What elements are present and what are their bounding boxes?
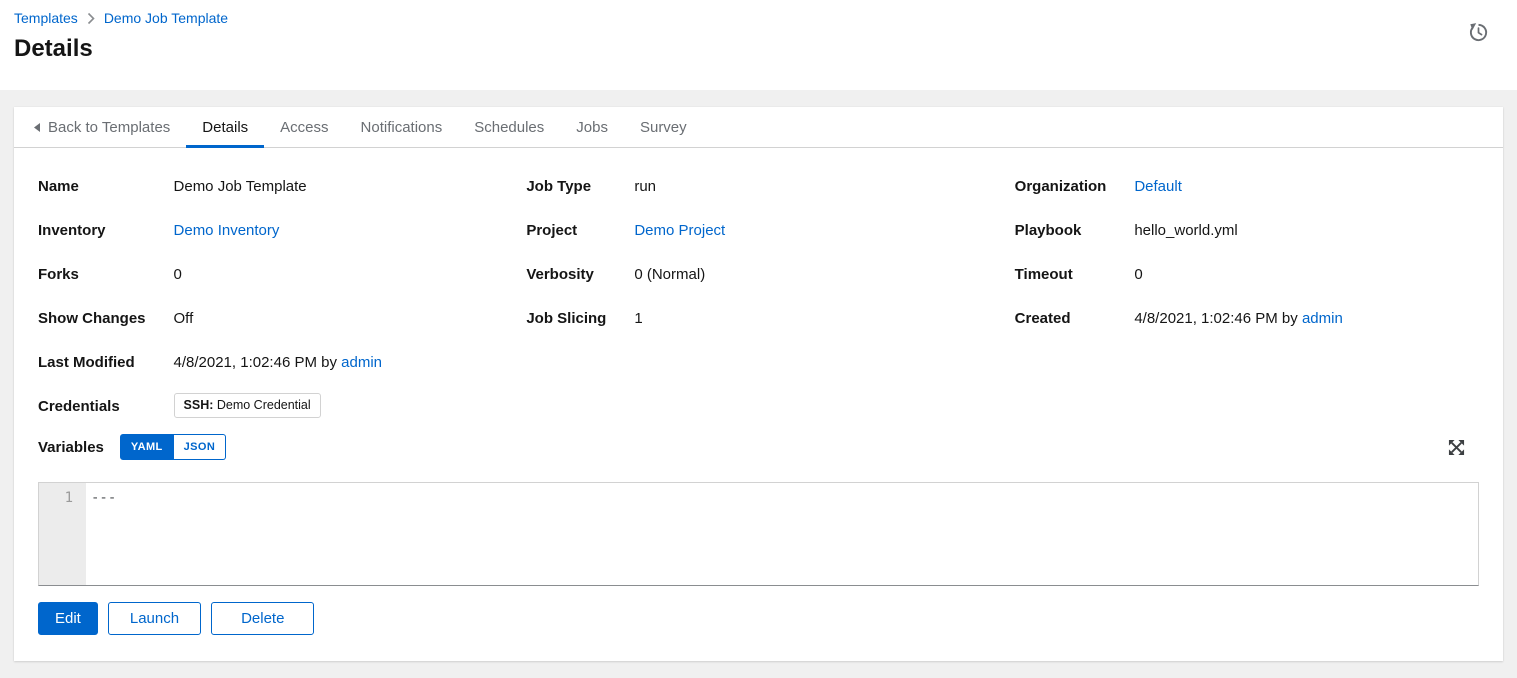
value-text: 0 (Normal): [634, 266, 705, 283]
demo-project-link[interactable]: Demo Project: [634, 222, 725, 239]
editor-content[interactable]: ---: [86, 483, 1478, 585]
field-label-created: Created: [1015, 310, 1107, 328]
field-label-project: Project: [526, 222, 606, 240]
field-value-project: Demo Project: [634, 222, 990, 240]
expand-button[interactable]: [1446, 437, 1467, 458]
field-label-verbosity: Verbosity: [526, 266, 606, 284]
details-column-1: Name Demo Job Template Inventory Demo Inven…: [38, 178, 502, 418]
tabs: Back to Templates DetailsAccessNotificati…: [14, 107, 1503, 148]
value-text: run: [634, 178, 656, 195]
breadcrumb-item-templates[interactable]: Templates: [14, 10, 78, 27]
page: Templates Demo Job Template Details Back …: [0, 0, 1517, 661]
tab-details[interactable]: Details: [186, 107, 264, 148]
field-value-show-changes: Off: [174, 310, 503, 328]
editor-gutter: 1: [39, 483, 86, 585]
template-details-card: Back to Templates DetailsAccessNotificati…: [14, 107, 1503, 661]
credential-kind: SSH:: [184, 398, 214, 412]
field-label-name: Name: [38, 178, 146, 196]
page-title: Details: [14, 34, 1490, 63]
field-label-job-slicing: Job Slicing: [526, 310, 606, 328]
value-text: 1: [634, 310, 642, 327]
tab-schedules[interactable]: Schedules: [458, 107, 560, 148]
credential-chip[interactable]: SSH: Demo Credential: [174, 393, 321, 418]
details-panel: Name Demo Job Template Inventory Demo Inven…: [14, 148, 1503, 656]
field-label-organization: Organization: [1015, 178, 1107, 196]
variables-editor[interactable]: 1 ---: [38, 482, 1479, 586]
field-value-created: 4/8/2021, 1:02:46 PM by admin: [1134, 310, 1479, 328]
details-column-2: Job Type run Project Demo Project Verbosity 0…: [526, 178, 990, 328]
breadcrumb: Templates Demo Job Template: [14, 10, 1490, 27]
yaml-json-toggle: YAMLJSON: [120, 434, 226, 460]
field-value-organization: Default: [1134, 178, 1479, 196]
field-label-credentials: Credentials: [38, 398, 146, 418]
page-header: Templates Demo Job Template Details: [0, 0, 1517, 90]
editor-line-number: 1: [65, 490, 73, 506]
tab-notifications[interactable]: Notifications: [345, 107, 459, 148]
field-value-timeout: 0: [1134, 266, 1479, 284]
back-to-templates-label: Back to Templates: [48, 119, 170, 136]
demo-inventory-link[interactable]: Demo Inventory: [174, 222, 280, 239]
json-toggle-button[interactable]: JSON: [174, 434, 227, 460]
admin-link[interactable]: admin: [1302, 310, 1343, 327]
value-text: hello_world.yml: [1134, 222, 1237, 239]
field-value-forks: 0: [174, 266, 503, 284]
back-to-templates-link[interactable]: Back to Templates: [18, 107, 186, 148]
admin-link[interactable]: admin: [341, 354, 382, 371]
edit-button[interactable]: Edit: [38, 602, 98, 635]
value-text: 4/8/2021, 1:02:46 PM by: [174, 354, 342, 371]
field-label-inventory: Inventory: [38, 222, 146, 240]
field-label-playbook: Playbook: [1015, 222, 1107, 240]
value-text: 0: [174, 266, 182, 283]
field-value-verbosity: 0 (Normal): [634, 266, 990, 284]
value-text: Demo Job Template: [174, 178, 307, 195]
field-label-show-changes: Show Changes: [38, 310, 146, 328]
field-label-last-modified: Last Modified: [38, 354, 146, 372]
field-value-playbook: hello_world.yml: [1134, 222, 1479, 240]
yaml-toggle-button[interactable]: YAML: [120, 434, 174, 460]
details-grid: Name Demo Job Template Inventory Demo Inven…: [38, 178, 1479, 418]
value-text: 4/8/2021, 1:02:46 PM by: [1134, 310, 1302, 327]
delete-button[interactable]: Delete: [211, 602, 314, 635]
launch-button[interactable]: Launch: [108, 602, 201, 635]
expand-arrows-icon: [1448, 439, 1465, 456]
tab-jobs[interactable]: Jobs: [560, 107, 624, 148]
value-text: Off: [174, 310, 194, 327]
history-button[interactable]: [1466, 20, 1491, 45]
field-value-last-modified: 4/8/2021, 1:02:46 PM by admin: [174, 354, 503, 372]
details-column-3: Organization Default Playbook hello_world.y…: [1015, 178, 1479, 328]
history-icon: [1468, 22, 1489, 43]
field-label-job-type: Job Type: [526, 178, 606, 196]
tab-access[interactable]: Access: [264, 107, 344, 148]
variables-label: Variables: [38, 439, 104, 456]
breadcrumb-item-demo-job-template[interactable]: Demo Job Template: [104, 10, 228, 27]
field-value-inventory: Demo Inventory: [174, 222, 503, 240]
field-value-credentials: SSH: Demo Credential: [174, 393, 503, 418]
field-value-name: Demo Job Template: [174, 178, 503, 196]
variables-row: Variables YAMLJSON: [38, 434, 1479, 460]
action-buttons: Edit Launch Delete: [38, 602, 1479, 635]
field-value-job-type: run: [634, 178, 990, 196]
default-link[interactable]: Default: [1134, 178, 1182, 195]
field-label-forks: Forks: [38, 266, 146, 284]
credential-name: Demo Credential: [213, 398, 310, 412]
angle-right-icon: [87, 12, 95, 25]
value-text: 0: [1134, 266, 1142, 283]
field-value-job-slicing: 1: [634, 310, 990, 328]
field-label-timeout: Timeout: [1015, 266, 1107, 284]
tab-survey[interactable]: Survey: [624, 107, 703, 148]
caret-left-icon: [34, 123, 40, 132]
